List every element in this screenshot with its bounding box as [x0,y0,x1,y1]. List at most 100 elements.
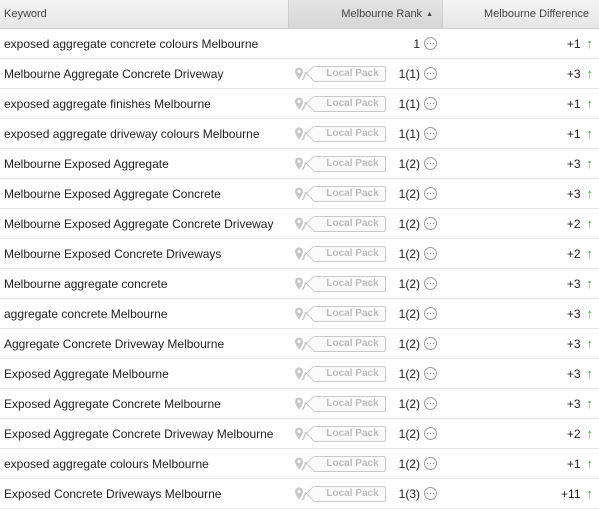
more-options-icon[interactable]: ··· [424,67,437,80]
keyword-cell: Exposed Aggregate Melbourne [4,366,169,381]
table-row: Melbourne aggregate concrete Local Pack 1(… [0,269,599,299]
rank-cell: Local Pack 1(2) ··· [292,455,443,472]
table-row: exposed aggregate colours Melbourne Local… [0,449,599,479]
difference-value: +3 [566,66,581,81]
more-options-icon[interactable]: ··· [424,217,437,230]
more-options-icon[interactable]: ··· [424,307,437,320]
difference-value: +2 [566,216,581,231]
local-pack-badge: Local Pack [313,95,386,112]
rank-value: 1(3) [398,486,420,501]
more-options-icon[interactable]: ··· [424,457,437,470]
keyword-cell: Aggregate Concrete Driveway Melbourne [4,336,225,351]
rank-value: 1(2) [398,246,420,261]
more-options-icon[interactable]: ··· [424,187,437,200]
rank-cell: 1 ··· [292,37,443,51]
local-pack-badge: Local Pack [313,485,386,502]
rank-value: 1(2) [398,426,420,441]
table-row: Aggregate Concrete Driveway Melbourne Loc… [0,329,599,359]
keyword-cell: Exposed Concrete Driveways Melbourne [4,486,222,501]
difference-cell: +1 ↑ [443,96,599,111]
more-options-icon[interactable]: ··· [424,127,437,140]
keyword-rank-table: Keyword Melbourne Rank ▲ Melbourne Diffe… [0,0,599,509]
local-pack-badge: Local Pack [313,305,386,322]
difference-value: +3 [566,276,581,291]
arrow-up-icon: ↑ [586,96,594,111]
arrow-up-icon: ↑ [586,156,594,171]
keyword-cell: Melbourne Exposed Concrete Driveways [4,246,222,261]
more-options-icon[interactable]: ··· [424,487,437,500]
more-options-icon[interactable]: ··· [424,277,437,290]
local-pack-badge: Local Pack [313,455,386,472]
table-row: Melbourne Exposed Aggregate Concrete Loca… [0,179,599,209]
rank-cell: Local Pack 1(2) ··· [292,395,443,412]
column-header-rank[interactable]: Melbourne Rank ▲ [288,0,443,28]
arrow-up-icon: ↑ [586,426,594,441]
rank-cell: Local Pack 1(2) ··· [292,185,443,202]
local-pack-badge: Local Pack [313,185,386,202]
arrow-up-icon: ↑ [586,216,594,231]
local-pack-badge: Local Pack [313,365,386,382]
table-row: exposed aggregate finishes Melbourne Loca… [0,89,599,119]
table-row: Exposed Concrete Driveways Melbourne Loca… [0,479,599,509]
local-pack-badge: Local Pack [313,155,386,172]
difference-value: +3 [566,336,581,351]
arrow-up-icon: ↑ [586,396,594,411]
table-body: exposed aggregate concrete colours Melbo… [0,29,599,509]
rank-cell: Local Pack 1(1) ··· [292,65,443,82]
local-pack-badge: Local Pack [313,125,386,142]
difference-cell: +3 ↑ [443,336,599,351]
difference-cell: +3 ↑ [443,396,599,411]
table-row: exposed aggregate driveway colours Melbo… [0,119,599,149]
arrow-up-icon: ↑ [586,186,594,201]
arrow-up-icon: ↑ [586,366,594,381]
local-pack-badge: Local Pack [313,65,386,82]
keyword-cell: exposed aggregate driveway colours Melbo… [4,126,260,141]
difference-cell: +3 ↑ [443,186,599,201]
more-options-icon[interactable]: ··· [424,337,437,350]
column-header-difference[interactable]: Melbourne Difference [443,8,599,20]
keyword-cell: Melbourne Exposed Aggregate Concrete Dri… [4,216,274,231]
table-row: Melbourne Exposed Aggregate Local Pack 1(2… [0,149,599,179]
difference-value: +3 [566,186,581,201]
difference-cell: +1 ↑ [443,456,599,471]
keyword-cell: exposed aggregate concrete colours Melbo… [4,36,259,51]
difference-value: +1 [566,36,581,51]
more-options-icon[interactable]: ··· [424,157,437,170]
rank-value: 1(2) [398,366,420,381]
local-pack-badge: Local Pack [313,245,386,262]
rank-cell: Local Pack 1(2) ··· [292,335,443,352]
local-pack-badge: Local Pack [313,395,386,412]
difference-value: +3 [566,156,581,171]
keyword-cell: exposed aggregate colours Melbourne [4,456,209,471]
keyword-cell: Melbourne Exposed Aggregate [4,156,169,171]
rank-cell: Local Pack 1(2) ··· [292,245,443,262]
more-options-icon[interactable]: ··· [424,367,437,380]
difference-value: +11 [561,486,581,501]
local-pack-badge: Local Pack [313,425,386,442]
difference-cell: +3 ↑ [443,276,599,291]
more-options-icon[interactable]: ··· [424,427,437,440]
column-header-keyword[interactable]: Keyword [0,8,288,20]
table-row: exposed aggregate concrete colours Melbo… [0,29,599,59]
difference-value: +1 [566,96,581,111]
difference-cell: +2 ↑ [443,216,599,231]
more-options-icon[interactable]: ··· [424,37,437,50]
keyword-cell: aggregate concrete Melbourne [4,306,168,321]
difference-cell: +1 ↑ [443,36,599,51]
rank-value: 1(1) [398,66,420,81]
local-pack-badge: Local Pack [313,335,386,352]
rank-cell: Local Pack 1(2) ··· [292,365,443,382]
keyword-cell: Melbourne aggregate concrete [4,276,168,291]
rank-cell: Local Pack 1(3) ··· [292,485,443,502]
rank-cell: Local Pack 1(2) ··· [292,425,443,442]
keyword-cell: Exposed Aggregate Concrete Melbourne [4,396,221,411]
difference-value: +3 [566,306,581,321]
difference-value: +2 [566,246,581,261]
more-options-icon[interactable]: ··· [424,247,437,260]
rank-cell: Local Pack 1(1) ··· [292,125,443,142]
table-row: Exposed Aggregate Concrete Driveway Melb… [0,419,599,449]
more-options-icon[interactable]: ··· [424,97,437,110]
arrow-up-icon: ↑ [586,36,594,51]
more-options-icon[interactable]: ··· [424,397,437,410]
arrow-up-icon: ↑ [586,306,594,321]
